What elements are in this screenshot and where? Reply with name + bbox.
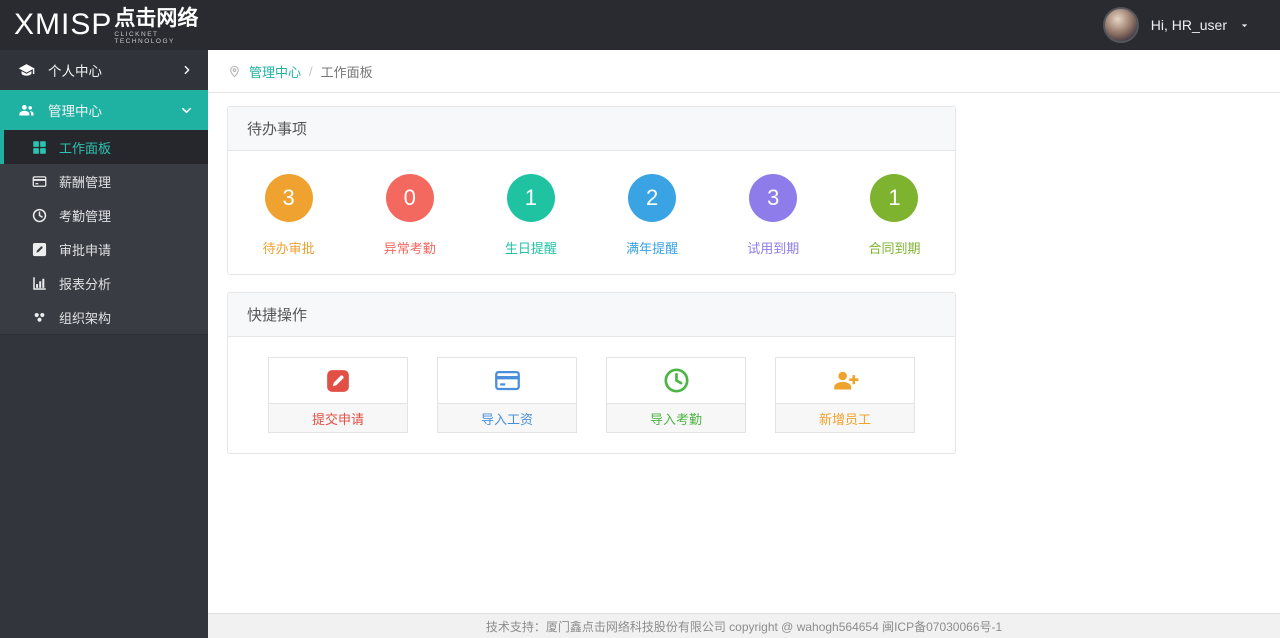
quick-action-label: 提交申请 <box>269 403 407 432</box>
count-badge: 3 <box>749 174 798 222</box>
user-greeting: Hi, HR_user <box>1150 17 1227 33</box>
topbar: XMISP 点击网络 CLICKNET TECHNOLOGY Hi, HR_us… <box>0 0 1280 50</box>
todo-panel-title: 待办事项 <box>228 107 955 151</box>
user-plus-icon <box>776 358 914 403</box>
sidebar-item-management-center[interactable]: 管理中心 <box>0 90 208 130</box>
breadcrumb-parent[interactable]: 管理中心 <box>249 62 301 81</box>
quick-actions-title: 快捷操作 <box>228 293 955 337</box>
breadcrumb-separator: / <box>309 63 313 79</box>
org-nodes-icon <box>32 310 47 325</box>
sidebar-item-label: 考勤管理 <box>59 208 112 224</box>
todo-item-anniversary-reminder[interactable]: 2 满年提醒 <box>592 174 713 257</box>
credit-card-icon <box>438 358 576 403</box>
chevron-down-icon <box>181 105 192 116</box>
logo-subtitle: CLICKNET TECHNOLOGY <box>114 30 175 45</box>
todo-item-probation-expiry[interactable]: 3 试用到期 <box>713 174 834 257</box>
todo-item-birthday-reminder[interactable]: 1 生日提醒 <box>470 174 591 257</box>
todo-label: 满年提醒 <box>626 241 679 256</box>
breadcrumb-current: 工作面板 <box>320 64 373 80</box>
content-area: 待办事项 3 待办审批 0 异常考勤 1 生日提醒 2 满年提醒 3 试用到期 … <box>208 93 1280 613</box>
sidebar-item-org-structure[interactable]: 组织架构 <box>0 300 208 334</box>
sidebar-item-report-analysis[interactable]: 报表分析 <box>0 266 208 300</box>
todo-label: 异常考勤 <box>383 241 436 256</box>
caret-down-icon <box>1239 20 1250 31</box>
count-badge: 1 <box>870 174 919 222</box>
quick-action-label: 导入考勤 <box>607 403 745 432</box>
sidebar-item-approval-request[interactable]: 审批申请 <box>0 232 208 266</box>
sidebar-item-label: 工作面板 <box>59 140 112 156</box>
todo-label: 合同到期 <box>868 241 921 256</box>
todo-label: 生日提醒 <box>504 241 557 256</box>
quick-action-add-employee[interactable]: 新增员工 <box>775 357 915 433</box>
sidebar-item-label: 管理中心 <box>48 104 102 119</box>
grid-icon <box>32 140 47 155</box>
bar-chart-icon <box>32 276 47 291</box>
todo-item-attendance-anomaly[interactable]: 0 异常考勤 <box>349 174 470 257</box>
sidebar-item-salary-management[interactable]: 薪酬管理 <box>0 164 208 198</box>
sidebar-item-label: 报表分析 <box>59 276 112 292</box>
sidebar: 个人中心 管理中心 工作面板 薪酬管理 考勤管理 审批申请 报表分析 组织架构 <box>0 50 208 638</box>
count-badge: 0 <box>385 174 434 222</box>
clock-icon <box>32 208 47 223</box>
quick-action-label: 导入工资 <box>438 403 576 432</box>
user-menu[interactable]: Hi, HR_user <box>1102 7 1280 43</box>
location-pin-icon <box>228 65 241 78</box>
count-badge: 1 <box>506 174 555 222</box>
logo-cn-text: 点击网络 <box>114 6 199 30</box>
todo-label: 试用到期 <box>747 241 800 256</box>
sidebar-item-attendance-management[interactable]: 考勤管理 <box>0 198 208 232</box>
sidebar-filler <box>0 334 208 638</box>
sidebar-item-label: 个人中心 <box>48 64 102 79</box>
sidebar-item-label: 薪酬管理 <box>59 174 112 190</box>
sidebar-item-label: 审批申请 <box>59 242 112 258</box>
app-logo: XMISP 点击网络 CLICKNET TECHNOLOGY <box>0 6 208 45</box>
todo-item-contract-expiry[interactable]: 1 合同到期 <box>834 174 955 257</box>
quick-action-label: 新增员工 <box>776 403 914 432</box>
quick-action-submit-application[interactable]: 提交申请 <box>268 357 408 433</box>
quick-actions-panel: 快捷操作 提交申请 导入工资 导入考勤 新增员工 <box>227 292 956 454</box>
sidebar-submenu: 工作面板 薪酬管理 考勤管理 审批申请 报表分析 组织架构 <box>0 130 208 334</box>
todo-item-pending-approvals[interactable]: 3 待办审批 <box>228 174 349 257</box>
users-icon <box>18 102 35 119</box>
credit-card-icon <box>32 174 47 189</box>
chevron-right-icon <box>182 65 192 75</box>
sidebar-item-personal-center[interactable]: 个人中心 <box>0 50 208 90</box>
pencil-square-icon <box>269 358 407 403</box>
avatar[interactable] <box>1102 7 1139 43</box>
footer: 技术支持：厦门鑫点击网络科技股份有限公司 copyright @ wahogh5… <box>208 613 1280 638</box>
quick-action-import-salary[interactable]: 导入工资 <box>437 357 577 433</box>
count-badge: 2 <box>628 174 677 222</box>
breadcrumb: 管理中心 / 工作面板 <box>208 50 1280 93</box>
logo-text: XMISP <box>14 8 113 41</box>
todo-label: 待办审批 <box>262 241 315 256</box>
todo-panel: 待办事项 3 待办审批 0 异常考勤 1 生日提醒 2 满年提醒 3 试用到期 … <box>227 106 956 275</box>
footer-text: 技术支持：厦门鑫点击网络科技股份有限公司 copyright @ wahogh5… <box>485 619 1003 634</box>
graduation-cap-icon <box>18 62 35 79</box>
quick-action-import-attendance[interactable]: 导入考勤 <box>606 357 746 433</box>
pencil-square-icon <box>32 242 47 257</box>
count-badge: 3 <box>264 174 313 222</box>
clock-icon <box>607 358 745 403</box>
sidebar-item-label: 组织架构 <box>59 310 112 326</box>
sidebar-item-work-dashboard[interactable]: 工作面板 <box>0 130 208 164</box>
